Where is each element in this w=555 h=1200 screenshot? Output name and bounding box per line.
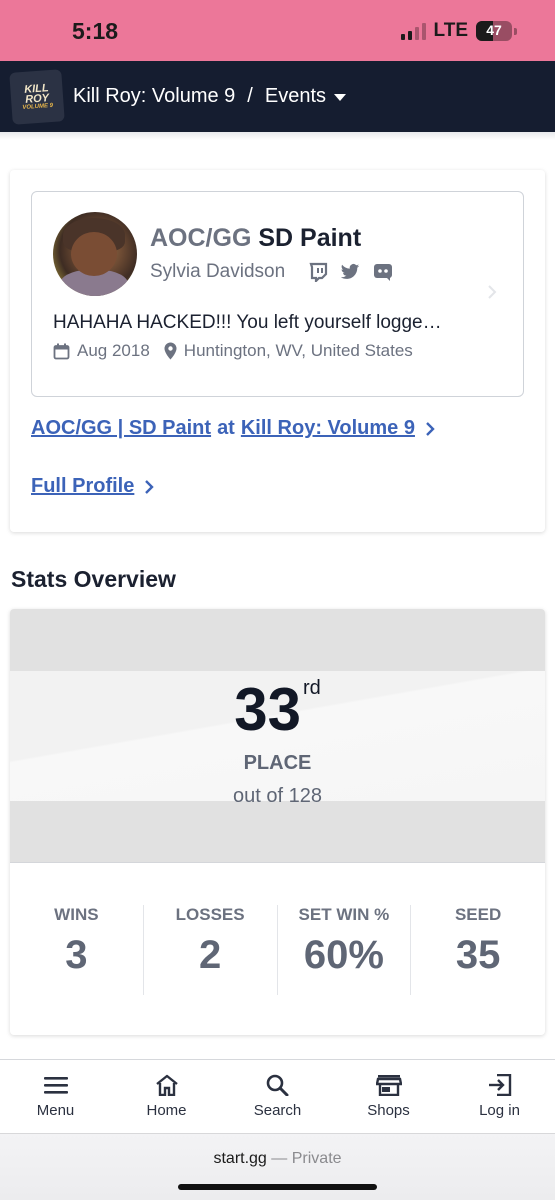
player-bio: HAHAHA HACKED!!! You left yourself logge…: [53, 312, 442, 333]
place-label: PLACE: [243, 752, 312, 774]
discord-icon[interactable]: [372, 262, 394, 282]
url-display[interactable]: start.gg — Private: [0, 1150, 555, 1168]
stat-losses: LOSSES 2: [144, 905, 278, 995]
joined-date: Aug 2018: [77, 341, 150, 360]
sponsor-prefix: AOC/GG: [150, 224, 252, 252]
breadcrumb-separator: /: [247, 85, 253, 107]
placement-banner: 33rd PLACE out of 128: [10, 609, 545, 863]
stat-label: SEED: [454, 905, 502, 924]
twitter-icon[interactable]: [340, 263, 360, 281]
player-summary[interactable]: AOC/GG SD Paint Sylvia Davidson HAHAHA H…: [31, 191, 524, 397]
stat-value: 35: [455, 933, 501, 977]
network-label: LTE: [433, 20, 468, 41]
tab-label: Menu: [36, 1102, 75, 1119]
profile-card: AOC/GG SD Paint Sylvia Davidson HAHAHA H…: [10, 170, 545, 532]
tab-label: Home: [146, 1102, 187, 1119]
stat-value: 3: [65, 933, 88, 977]
placement-number: 33: [234, 676, 301, 743]
event-title[interactable]: Kill Roy: Volume 9: [73, 85, 235, 108]
status-time: 5:18: [72, 18, 119, 44]
chevron-right-icon: [488, 285, 497, 299]
status-bar: 5:18 LTE 47: [0, 0, 555, 61]
event-link[interactable]: Kill Roy: Volume 9: [241, 417, 415, 440]
tab-label: Shops: [367, 1102, 410, 1119]
shop-icon: [375, 1075, 402, 1096]
stat-label: SET WIN %: [298, 905, 390, 924]
avatar: [53, 212, 137, 296]
entrant-name-link[interactable]: AOC/GG | SD Paint: [31, 417, 211, 440]
stat-columns: WINS 3 LOSSES 2 SET WIN % 60% SEED 35: [10, 905, 545, 995]
bottom-tab-bar: Menu Home Search Shops Log in: [0, 1059, 555, 1133]
social-links: [308, 262, 394, 282]
private-mode-label: Private: [291, 1150, 342, 1167]
events-dropdown[interactable]: Events: [265, 85, 326, 108]
entrant-link[interactable]: AOC/GG | SD Paint at Kill Roy: Volume 9: [31, 417, 435, 440]
battery-level: 47: [486, 22, 502, 38]
logo-line-3: VOLUME 9: [22, 102, 54, 111]
stat-value: 60%: [303, 933, 384, 977]
entrant-at: at: [217, 417, 235, 439]
stat-seed: SEED 35: [411, 905, 545, 995]
url-domain: start.gg: [213, 1150, 267, 1167]
tab-menu[interactable]: Menu: [0, 1060, 111, 1133]
chevron-down-icon[interactable]: [334, 94, 347, 101]
browser-address-bar[interactable]: start.gg — Private: [0, 1133, 555, 1200]
stat-value: 2: [199, 933, 222, 977]
status-indicators: LTE 47: [400, 20, 517, 42]
tab-search[interactable]: Search: [222, 1060, 333, 1133]
calendar-icon: [53, 343, 70, 359]
tab-login[interactable]: Log in: [444, 1060, 555, 1133]
stats-card: 33rd PLACE out of 128 WINS 3 LOSSES 2 SE…: [10, 609, 545, 1035]
stat-label: LOSSES: [175, 905, 245, 924]
player-name: AOC/GG SD Paint: [150, 224, 361, 253]
tab-label: Log in: [479, 1102, 520, 1119]
placement-suffix: rd: [302, 677, 321, 699]
chevron-right-icon[interactable]: [425, 421, 435, 437]
stat-set-win-pct: SET WIN % 60%: [278, 905, 412, 995]
home-icon: [155, 1074, 178, 1096]
tab-shops[interactable]: Shops: [333, 1060, 444, 1133]
full-profile-link[interactable]: Full Profile: [31, 475, 155, 498]
menu-icon: [43, 1077, 68, 1094]
stat-wins: WINS 3: [10, 905, 144, 995]
tab-home[interactable]: Home: [111, 1060, 222, 1133]
chevron-right-icon[interactable]: [144, 479, 155, 495]
twitch-icon[interactable]: [308, 262, 328, 282]
real-name: Sylvia Davidson: [150, 261, 286, 282]
stat-label: WINS: [54, 905, 99, 924]
gamertag: SD Paint: [258, 224, 362, 252]
player-location: Huntington, WV, United States: [183, 341, 413, 360]
signal-icon: [400, 22, 426, 40]
app-header: KILL ROY VOLUME 9 Kill Roy: Volume 9 / E…: [0, 61, 555, 132]
search-icon: [266, 1074, 288, 1096]
header-divider: [0, 132, 555, 140]
location-pin-icon: [164, 342, 177, 360]
player-meta: Aug 2018 Huntington, WV, United States: [53, 341, 413, 361]
home-indicator[interactable]: [178, 1184, 377, 1190]
tab-label: Search: [253, 1102, 302, 1119]
login-icon: [488, 1074, 511, 1096]
battery-icon: 47: [476, 21, 517, 41]
full-profile-label[interactable]: Full Profile: [31, 475, 134, 498]
placement: 33rd: [10, 675, 545, 744]
url-dash: —: [271, 1150, 288, 1167]
event-logo[interactable]: KILL ROY VOLUME 9: [9, 68, 65, 125]
stats-overview-heading: Stats Overview: [11, 566, 176, 592]
entrant-count: out of 128: [233, 785, 322, 807]
